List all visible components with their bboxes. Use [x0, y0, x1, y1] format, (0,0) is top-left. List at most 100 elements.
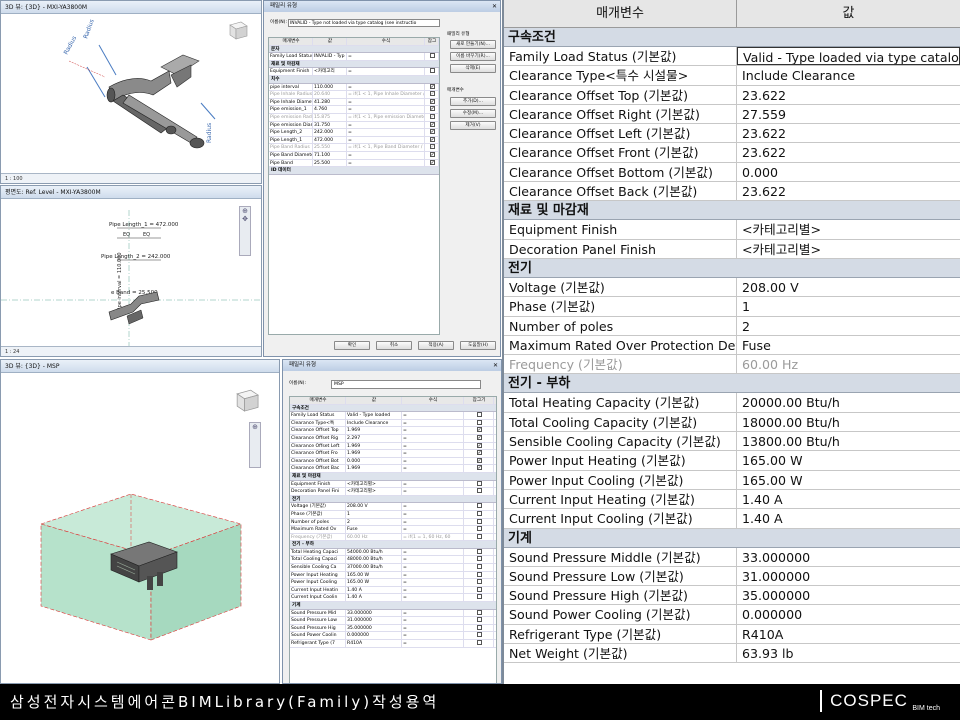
lock-checkbox[interactable]: ✓ [429, 121, 435, 127]
parameter-value[interactable]: <카테고리별> [737, 220, 960, 238]
lock-cell[interactable]: ✓ [425, 106, 439, 113]
table-row[interactable]: Sound Pressure Low (기본값) 31.000000 [504, 566, 960, 587]
param-formula[interactable]: = [402, 419, 464, 427]
grid-row[interactable]: Pipe Band Diameter 71.100 = ✓ [269, 151, 439, 160]
lock-cell[interactable]: ✓ [464, 450, 494, 457]
param-formula[interactable]: = [402, 450, 464, 457]
parameter-value[interactable]: 208.00 V [737, 278, 960, 296]
lock-cell[interactable]: ✓ [464, 427, 494, 434]
grid-row[interactable]: Clearance Offset Left 1.969 = ✓ [290, 442, 496, 451]
lock-checkbox[interactable] [476, 480, 482, 486]
parameter-value[interactable]: Fuse [737, 336, 960, 354]
lock-cell[interactable] [464, 503, 494, 510]
lock-cell[interactable]: ✓ [425, 159, 439, 167]
param-formula[interactable]: = [402, 586, 464, 594]
parameter-value[interactable]: <카테고리별> [737, 240, 960, 258]
grid-row[interactable]: Pipe emission_1 4.760 = ✓ [269, 106, 439, 114]
table-row[interactable]: Clearance Offset Bottom (기본값) 0.000 [504, 162, 960, 183]
param-value[interactable]: 33.000000 [346, 609, 402, 617]
table-row[interactable]: Total Heating Capacity (기본값) 20000.00 Btu… [504, 393, 960, 413]
parameter-value[interactable]: 35.000000 [737, 586, 960, 604]
lock-cell[interactable] [464, 488, 494, 495]
table-row[interactable]: Power Input Heating (기본값) 165.00 W [504, 451, 960, 471]
param-formula[interactable]: = [402, 412, 464, 419]
param-formula[interactable]: = [347, 129, 425, 136]
family-types-dialog-msp[interactable]: 패밀리 유형 ✕ 이름(N): MSP 매개변수 값 수식 잠그기 구속조건 Family … [282, 359, 502, 684]
grid-group-header[interactable]: ID 데이터 [269, 167, 439, 175]
lock-cell[interactable] [464, 419, 494, 427]
param-formula[interactable]: = [402, 571, 464, 579]
parameter-value[interactable]: 20000.00 Btu/h [737, 393, 960, 411]
lock-checkbox[interactable] [476, 571, 482, 577]
param-value[interactable]: 1.969 [346, 465, 402, 472]
table-row[interactable]: Maximum Rated Over Protection Devic Fuse [504, 335, 960, 356]
grid-row[interactable]: Clearance Offset Bac 1.969 = ✓ [290, 465, 496, 473]
param-formula[interactable]: = [347, 106, 425, 113]
grid-row[interactable]: Refrigerant Type (7 R410A = [290, 640, 496, 648]
cancel-button[interactable]: 취소 [376, 341, 412, 350]
lock-checkbox[interactable]: ✓ [476, 427, 482, 433]
lock-checkbox[interactable]: ✓ [429, 151, 435, 157]
param-value[interactable]: 35.000000 [346, 624, 402, 632]
grid-row[interactable]: Pipe Inhale Diameter41.280= ✓ [269, 98, 439, 107]
grid-row[interactable]: Clearance Offset Top 1.969 = ✓ [290, 427, 496, 435]
lock-cell[interactable] [425, 53, 439, 60]
lock-cell[interactable] [464, 518, 494, 526]
table-row[interactable]: Sound Pressure High (기본값) 35.000000 [504, 586, 960, 606]
lock-cell[interactable] [464, 510, 494, 518]
param-value[interactable]: 54000.00 Btu/h [346, 548, 402, 556]
type-name-select[interactable]: MSP [331, 380, 481, 389]
delete-type-button[interactable]: 삭제(E) [450, 64, 496, 73]
param-value[interactable]: 472.000 [313, 136, 347, 144]
grid-group-header[interactable]: 재료 및 마감재 [290, 472, 496, 481]
table-row[interactable]: Clearance Type<특수 시설물> Include Clearance [504, 66, 960, 86]
table-row[interactable]: Net Weight (기본값) 63.93 lb [504, 644, 960, 664]
lock-cell[interactable]: ✓ [425, 129, 439, 136]
lock-checkbox[interactable]: ✓ [476, 434, 482, 440]
grid-row[interactable]: Decoration Panel Fini <카테고리별> = [290, 488, 496, 496]
rename-type-button[interactable]: 이름 바꾸기(R)... [450, 52, 496, 61]
param-value[interactable]: 1.969 [346, 442, 402, 450]
close-icon[interactable]: ✕ [492, 1, 497, 12]
grid-row[interactable]: pipe interval 110.000 = ✓ [269, 83, 439, 92]
view-scale[interactable]: 1 : 100 [1, 173, 261, 183]
parameter-value[interactable]: 1 [737, 297, 960, 315]
param-value[interactable]: 1.40 A [346, 594, 402, 602]
lock-cell[interactable] [464, 640, 494, 647]
param-value[interactable]: 165.00 W [346, 579, 402, 586]
grid-row[interactable]: Sound Pressure Low 31.000000 = [290, 617, 496, 625]
parameter-grid[interactable]: 매개변수 값 수식 잠그기 구속조건 Family Load Status Valid - … [289, 396, 497, 683]
lock-checkbox[interactable] [476, 632, 482, 638]
grid-row[interactable]: Sound Power Coolin 0.000000 = [290, 632, 496, 640]
table-row[interactable]: Phase (기본값) 1 [504, 297, 960, 317]
table-row[interactable]: Current Input Cooling (기본값) 1.40 A [504, 509, 960, 529]
param-value[interactable]: 1.969 [346, 450, 402, 457]
table-group-header[interactable]: 구속조건 [504, 28, 960, 47]
param-value[interactable]: 41.280 [313, 98, 347, 106]
lock-cell[interactable] [464, 533, 494, 541]
parameter-value[interactable]: 0.000 [737, 163, 960, 181]
grid-row[interactable]: Clearance Offset Rig 2.297 = ✓ [290, 434, 496, 443]
parameter-grid[interactable]: 매개변수 값 수식 잠그 문자 Family Load Status INVALID - T… [268, 37, 440, 335]
lock-checkbox[interactable] [476, 609, 482, 615]
parameter-value[interactable]: 165.00 W [737, 471, 960, 489]
table-row[interactable]: Family Load Status (기본값) Valid - Type loa… [504, 47, 960, 67]
grid-row[interactable]: Phase (기본값) 1 = [290, 510, 496, 519]
parameter-value[interactable]: 13800.00 Btu/h [737, 432, 960, 450]
table-row[interactable]: Power Input Cooling (기본값) 165.00 W [504, 470, 960, 490]
param-formula[interactable]: = if(1 = 1, 60 Hz, 60 [402, 533, 464, 541]
table-group-header[interactable]: 재료 및 마감재 [504, 201, 960, 221]
lock-checkbox[interactable] [476, 548, 482, 554]
lock-checkbox[interactable] [429, 53, 435, 59]
grid-row[interactable]: Voltage (기본값) 208.00 V = [290, 503, 496, 511]
help-button[interactable]: 도움말(H) [460, 341, 496, 350]
grid-row[interactable]: Clearance Type<특 Include Clearance = [290, 419, 496, 428]
param-value[interactable]: 208.00 V [346, 503, 402, 510]
parameter-value[interactable]: 18000.00 Btu/h [737, 413, 960, 431]
param-formula[interactable]: = [402, 640, 464, 647]
grid-row[interactable]: Pipe Inhale Radius 20.640 = if(1 < 1, Pipe… [269, 91, 439, 99]
lock-cell[interactable]: ✓ [425, 136, 439, 144]
param-formula[interactable]: = [402, 457, 464, 465]
table-row[interactable]: Equipment Finish <카테고리별> [504, 220, 960, 240]
param-value[interactable]: 25.500 [313, 159, 347, 167]
